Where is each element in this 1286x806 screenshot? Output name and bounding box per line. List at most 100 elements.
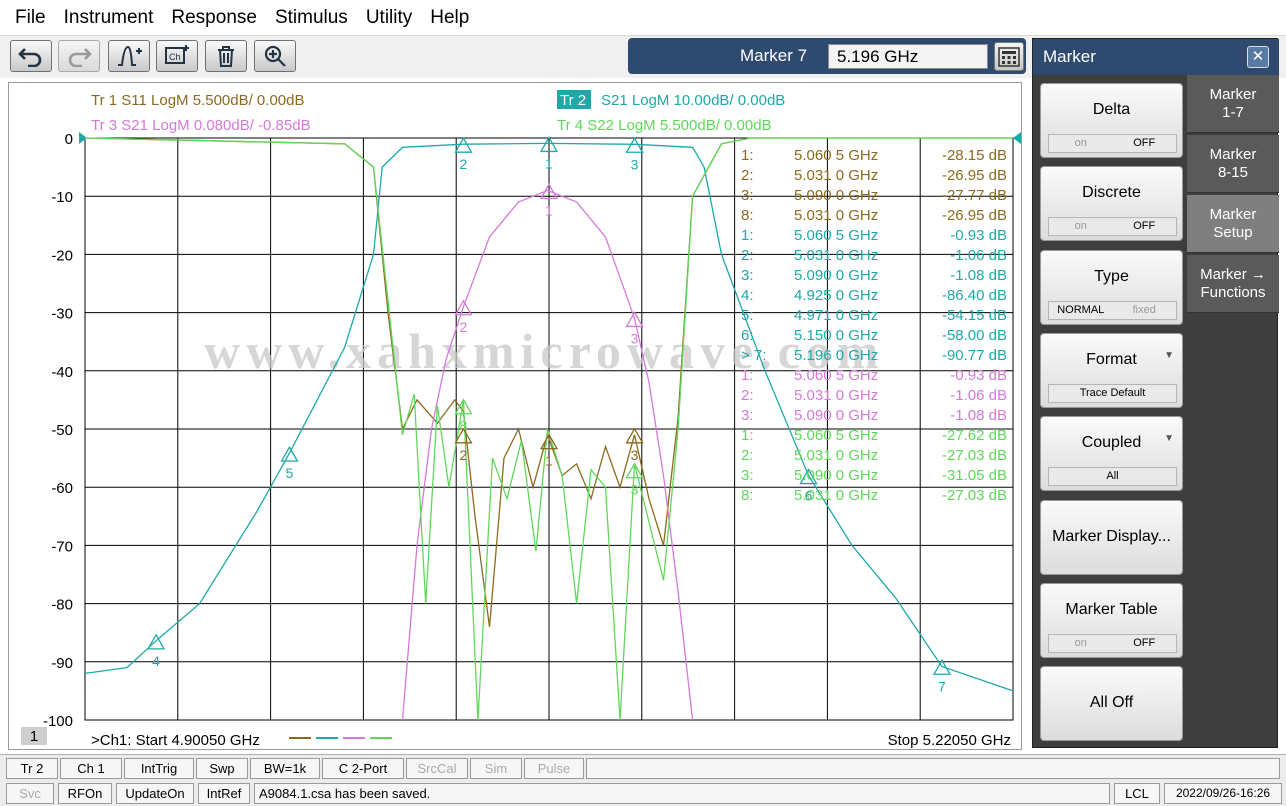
keypad-button[interactable] [994,42,1024,71]
marker-readout-number: 2: [741,247,754,264]
status-sim[interactable]: Sim [470,758,522,779]
toggle-option: OFF [1133,137,1156,149]
softkey-discrete[interactable]: Discrete on OFF [1040,166,1183,242]
redo-icon [68,48,92,67]
softkey-coupled[interactable]: Coupled ▼ All [1040,416,1183,492]
marker-readout-value: -31.05 dB [942,467,1007,484]
marker-flag-label: 1 [545,453,553,469]
reference-level-arrow-right [1013,132,1021,144]
watermark-text: www.xahxmicrowave.com [204,323,885,379]
marker-readout-number: 3: [741,467,754,484]
y-tick-label: -80 [51,597,73,614]
status-intref[interactable]: IntRef [198,783,250,804]
marker-readout-frequency: 5.031 0 GHz [794,447,878,464]
status-swp[interactable]: Swp [196,758,248,779]
status-svc[interactable]: Svc [6,783,54,804]
add-channel-button[interactable]: Ch [156,40,198,72]
status-lcl[interactable]: LCL [1114,783,1160,804]
marker-readout-frequency: 5.090 0 GHz [794,187,878,204]
softkey-label: Type [1094,267,1129,285]
tab-marker-3[interactable]: Marker Setup [1187,195,1279,253]
toggle-option: on [1074,220,1087,233]
delete-button[interactable] [205,40,247,72]
trash-icon [218,46,234,67]
marker-readout-frequency: 5.060 5 GHz [794,427,878,444]
marker-readout-frequency: 5.196 0 GHz [794,347,878,364]
softkey-value: Trace Default [1048,383,1177,403]
channel-plus-icon: Ch [165,45,189,64]
softkey-label: Marker Table [1065,600,1158,618]
toggle-option: fixed [1132,303,1156,316]
marker-frequency-input[interactable]: 5.196 GHz [828,44,988,69]
undo-button[interactable] [10,40,52,72]
marker-flag-label: 3 [631,330,639,346]
status-updateon[interactable]: UpdateOn [116,783,194,804]
menu-utility[interactable]: Utility [357,0,421,36]
softkey-toggle: on OFF [1048,217,1177,237]
status-bw-1k[interactable]: BW=1k [250,758,320,779]
softkey-label: Discrete [1082,184,1141,202]
trace-3-header: Tr 3 S21 LogM 0.080dB/ -0.85dB [91,117,311,134]
status-rfon[interactable]: RFOn [58,783,112,804]
marker-readout-number: 1: [741,367,754,384]
marker-readout-frequency: 5.031 0 GHz [794,487,878,504]
marker-readout-number: 2: [741,387,754,404]
marker-readout-value: -27.77 dB [942,187,1007,204]
marker-readout-number: > 7: [741,347,766,364]
marker-readout-value: -26.95 dB [942,167,1007,184]
measurement-plot-window[interactable]: 0 -10 -20 -30 -40 -50 -60 -70 -80 -90 -100 www.xahx… [8,82,1022,750]
menu-stimulus[interactable]: Stimulus [266,0,357,36]
trace-plus-icon [118,45,142,66]
tab-marker-1[interactable]: Marker 1-7 [1187,75,1279,133]
softkey-format[interactable]: Format ▼ Trace Default [1040,332,1183,408]
marker-readout-number: 1: [741,147,754,164]
status-inttrig[interactable]: IntTrig [124,758,194,779]
marker-readout-number: 5: [741,307,754,324]
marker-readout-number: 4: [741,287,754,304]
trace-2-header: S21 LogM 10.00dB/ 0.00dB [601,92,785,109]
toggle-option: OFF [1133,636,1156,649]
channel-number: 1 [30,728,38,745]
status-message: A9084.1.csa has been saved. [254,783,1110,804]
y-tick-label: -100 [43,713,73,730]
softkey-type[interactable]: Type NORMAL fixed [1040,249,1183,325]
status-tr-2[interactable]: Tr 2 [6,758,58,779]
measurement-chart[interactable]: 0 -10 -20 -30 -40 -50 -60 -70 -80 -90 -100 www.xahx… [9,83,1021,749]
tab-marker-2[interactable]: Marker 8-15 [1187,135,1279,193]
add-trace-button[interactable] [108,40,150,72]
marker-readout-number: 3: [741,407,754,424]
menu-file[interactable]: File [6,0,55,36]
menu-instrument[interactable]: Instrument [55,0,163,36]
status-c-2-port[interactable]: C 2-Port [322,758,404,779]
marker-readout-frequency: 4.971 0 GHz [794,307,878,324]
marker-flag-label: 3 [631,482,639,498]
toggle-option: NORMAL [1057,303,1105,316]
softkey-value: All [1048,467,1177,487]
marker-entry-label: Marker 7 [740,46,808,65]
status-srccal[interactable]: SrcCal [406,758,468,779]
close-icon[interactable]: ✕ [1247,46,1269,68]
status-ch-1[interactable]: Ch 1 [60,758,122,779]
softkey-delta[interactable]: Delta on OFF [1040,83,1183,158]
y-tick-label: -50 [51,422,73,439]
status-pulse[interactable]: Pulse [524,758,584,779]
y-tick-label: -60 [51,480,73,497]
softkey-toggle: on OFF [1048,633,1177,653]
marker-flag-label: 2 [460,319,468,335]
softkey-marker-table[interactable]: Marker Table on OFF [1040,582,1183,658]
chevron-down-icon: ▼ [1164,433,1174,445]
zoom-button[interactable] [254,40,296,72]
status-bar-top: Tr 2 Ch 1 IntTrig Swp BW=1k C 2-Port SrcCal Sim… [0,754,1286,780]
marker-readout-value: -54.15 dB [942,307,1007,324]
menu-response[interactable]: Response [162,0,266,36]
redo-button[interactable] [58,40,100,72]
chevron-down-icon: ▼ [1164,349,1174,361]
softkey-all-off[interactable]: All Off [1040,666,1183,742]
svg-text:Ch: Ch [169,52,181,62]
tab-marker-4[interactable]: Marker → Functions [1187,255,1279,313]
y-tick-label: -70 [51,538,73,555]
menu-help[interactable]: Help [421,0,478,36]
marker-readout-frequency: 5.031 0 GHz [794,247,878,264]
marker-readout-value: -1.06 dB [950,387,1007,404]
softkey-marker-display[interactable]: Marker Display... [1040,499,1183,575]
